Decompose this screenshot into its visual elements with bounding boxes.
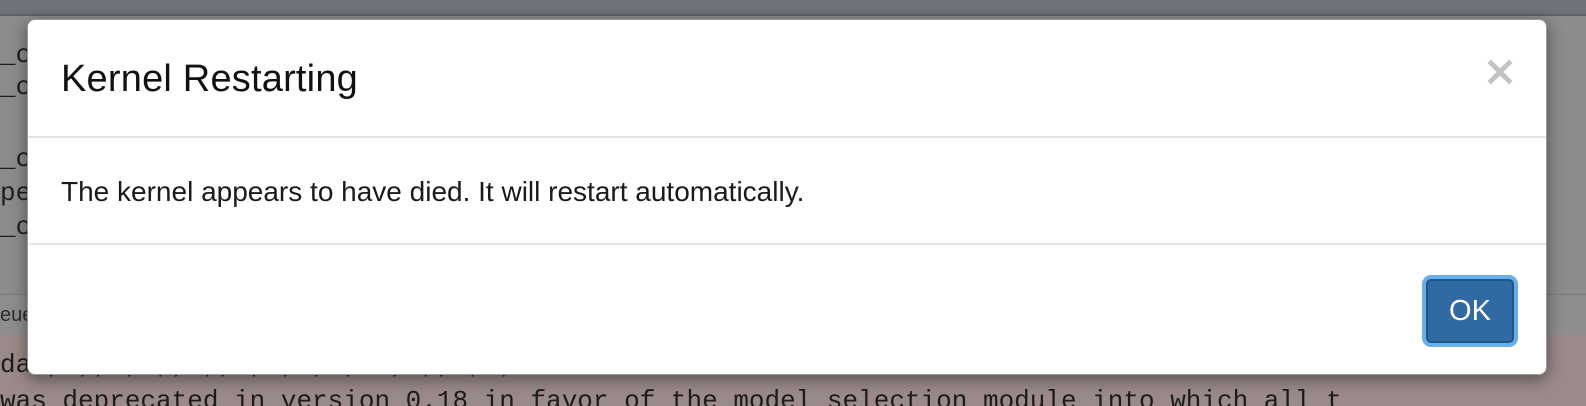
notebook-window: _c _c _c pe _c eue da , ,, , ,, ,, , , ,… — [0, 0, 1586, 406]
dialog-title: Kernel Restarting — [61, 58, 358, 100]
dialog-body: The kernel appears to have died. It will… — [28, 138, 1546, 245]
output-line: was deprecated in version 0.18 in favor … — [0, 386, 1342, 406]
dialog-footer: OK — [28, 245, 1546, 376]
kernel-restarting-dialog: Kernel Restarting The kernel appears to … — [27, 19, 1547, 375]
close-icon — [1487, 59, 1513, 85]
notebook-toolbar — [0, 0, 1586, 16]
dialog-header: Kernel Restarting — [28, 20, 1546, 138]
dialog-message: The kernel appears to have died. It will… — [61, 176, 805, 207]
close-button[interactable] — [1484, 56, 1516, 88]
ok-button[interactable]: OK — [1426, 279, 1514, 343]
